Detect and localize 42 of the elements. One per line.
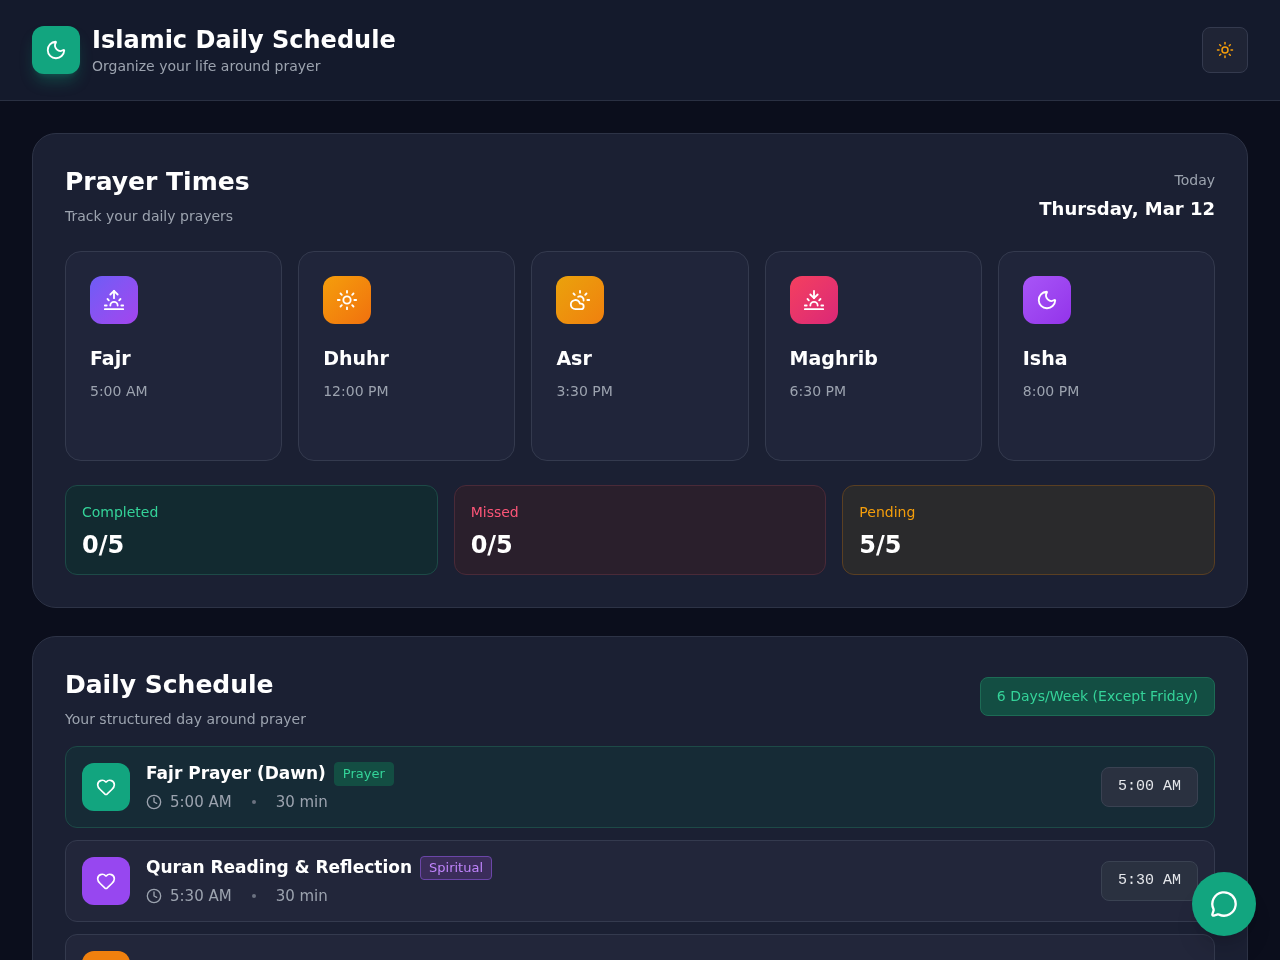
section-subtitle: Track your daily prayers: [65, 207, 235, 226]
prayer-card[interactable]: Fajr 5:00 AM: [65, 251, 283, 461]
current-date: Thursday, Mar 12: [1039, 197, 1215, 221]
section-subtitle: Your structured day around prayer: [65, 710, 306, 729]
category-tag: Prayer: [333, 762, 394, 786]
schedule-item[interactable]: Fajr Prayer (Dawn) Prayer 5:00 AM 30 min 5:00 AM: [65, 746, 1215, 828]
prayer-time: 6:30 PM: [789, 381, 847, 401]
prayer-card[interactable]: Maghrib 6:30 PM: [764, 251, 982, 461]
section-title: Prayer Times: [65, 166, 250, 198]
prayer-name: Asr: [556, 346, 593, 371]
prayer-time: 8:00 PM: [1022, 381, 1081, 401]
prayer-time: 5:00 AM: [90, 381, 149, 401]
schedule-badge: 6 Days/Week (Except Friday): [979, 677, 1215, 716]
prayer-name: Maghrib: [789, 346, 879, 371]
app-title: Islamic Daily Schedule: [92, 24, 396, 56]
prayer-name: Fajr: [90, 346, 132, 371]
prayer-name: Dhuhr: [323, 346, 390, 371]
schedule-item[interactable]: Quran Reading & Reflection Spiritual 5:30 AM 30 min 5:30 AM: [65, 840, 1215, 922]
section-title: Daily Schedule: [65, 669, 275, 701]
start-time: 5:30 AM: [170, 885, 232, 907]
duration: 30 min: [275, 885, 328, 907]
stat-value: 0/5: [82, 530, 126, 561]
category-tag: Spiritual: [420, 856, 492, 880]
stat-label: Completed: [82, 503, 160, 522]
prayer-time: 3:30 PM: [556, 381, 614, 401]
prayer-name: Isha: [1022, 346, 1069, 371]
stat-value: 0/5: [470, 530, 514, 561]
prayer-card[interactable]: Dhuhr 12:00 PM: [298, 251, 516, 461]
prayer-card[interactable]: Isha 8:00 PM: [997, 251, 1215, 461]
activity-title: Fajr Prayer (Dawn): [146, 762, 326, 785]
time-badge: 5:30 AM: [1101, 860, 1198, 902]
duration: 30 min: [275, 791, 328, 813]
prayer-time: 12:00 PM: [323, 381, 390, 401]
activity-title: Quran Reading & Reflection: [146, 856, 412, 879]
stat-value: 5/5: [859, 530, 903, 561]
date-label: Today: [1174, 171, 1215, 190]
stat-label: Pending: [859, 503, 917, 522]
start-time: 5:00 AM: [170, 791, 232, 813]
time-badge: 5:00 AM: [1101, 766, 1198, 808]
app-subtitle: Organize your life around prayer: [92, 56, 322, 76]
prayer-card[interactable]: Asr 3:30 PM: [531, 251, 749, 461]
stat-label: Missed: [470, 503, 520, 522]
